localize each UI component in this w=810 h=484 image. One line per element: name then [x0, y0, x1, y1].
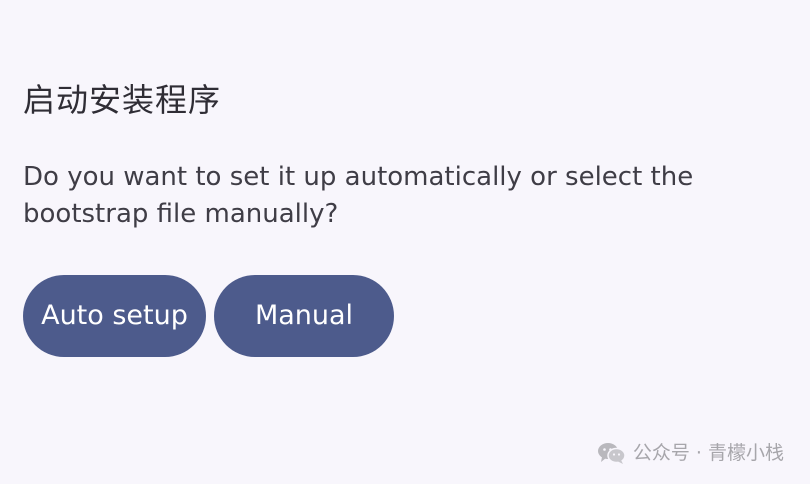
dialog-message: Do you want to set it up automatically o…: [23, 162, 694, 229]
auto-setup-button[interactable]: Auto setup: [23, 275, 206, 357]
manual-button[interactable]: Manual: [214, 275, 394, 357]
wechat-icon: [597, 441, 627, 465]
watermark-text: 公众号 · 青檬小栈: [632, 442, 784, 464]
dialog-title: 启动安装程序: [23, 81, 222, 119]
watermark: 公众号 · 青檬小栈: [597, 439, 784, 467]
